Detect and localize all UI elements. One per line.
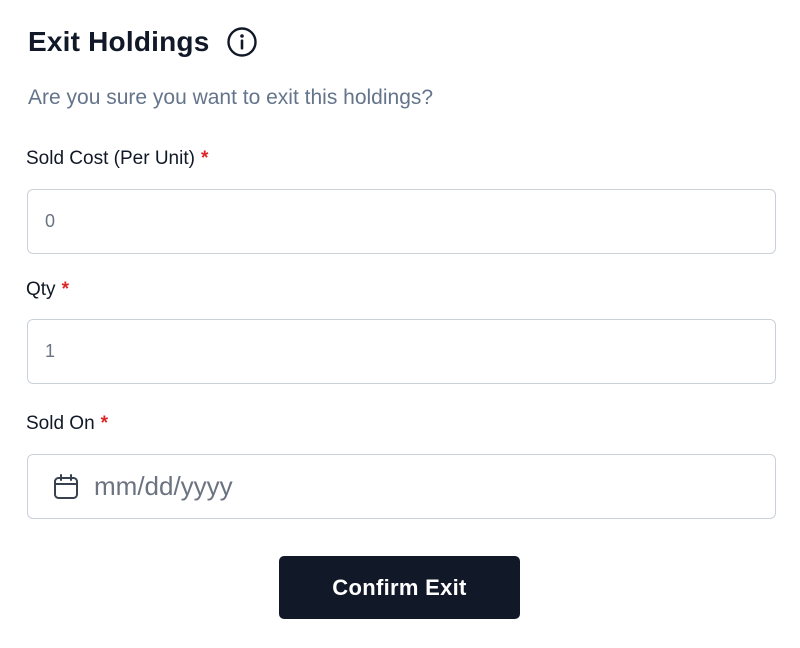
sold-cost-field[interactable] (27, 189, 776, 254)
dialog-subtitle: Are you sure you want to exit this holdi… (28, 86, 434, 109)
qty-input[interactable] (45, 341, 775, 362)
required-asterisk: * (200, 148, 209, 169)
qty-label: Qty * (26, 279, 69, 301)
dialog-title: Exit Holdings (28, 26, 210, 57)
confirm-exit-button[interactable]: Confirm Exit (279, 556, 520, 619)
sold-on-date-field[interactable]: mm/dd/yyyy (27, 454, 776, 519)
exit-holdings-dialog: Exit Holdings Are you sure you want to e… (0, 0, 800, 648)
sold-on-label-text: Sold On (26, 413, 95, 434)
required-asterisk: * (61, 279, 69, 300)
sold-cost-label-text: Sold Cost (Per Unit) (26, 148, 195, 169)
sold-cost-label: Sold Cost (Per Unit) * (26, 148, 208, 170)
required-asterisk: * (100, 413, 109, 434)
sold-on-label: Sold On * (26, 413, 108, 435)
qty-label-text: Qty (26, 279, 56, 300)
dialog-header: Exit Holdings (28, 26, 258, 58)
info-icon[interactable] (226, 26, 258, 58)
sold-on-placeholder: mm/dd/yyyy (94, 471, 233, 501)
sold-cost-input[interactable] (45, 211, 775, 232)
calendar-icon-graphic (54, 473, 78, 499)
calendar-icon[interactable] (52, 472, 80, 502)
info-icon-graphic (226, 27, 257, 57)
qty-field[interactable] (27, 319, 776, 384)
